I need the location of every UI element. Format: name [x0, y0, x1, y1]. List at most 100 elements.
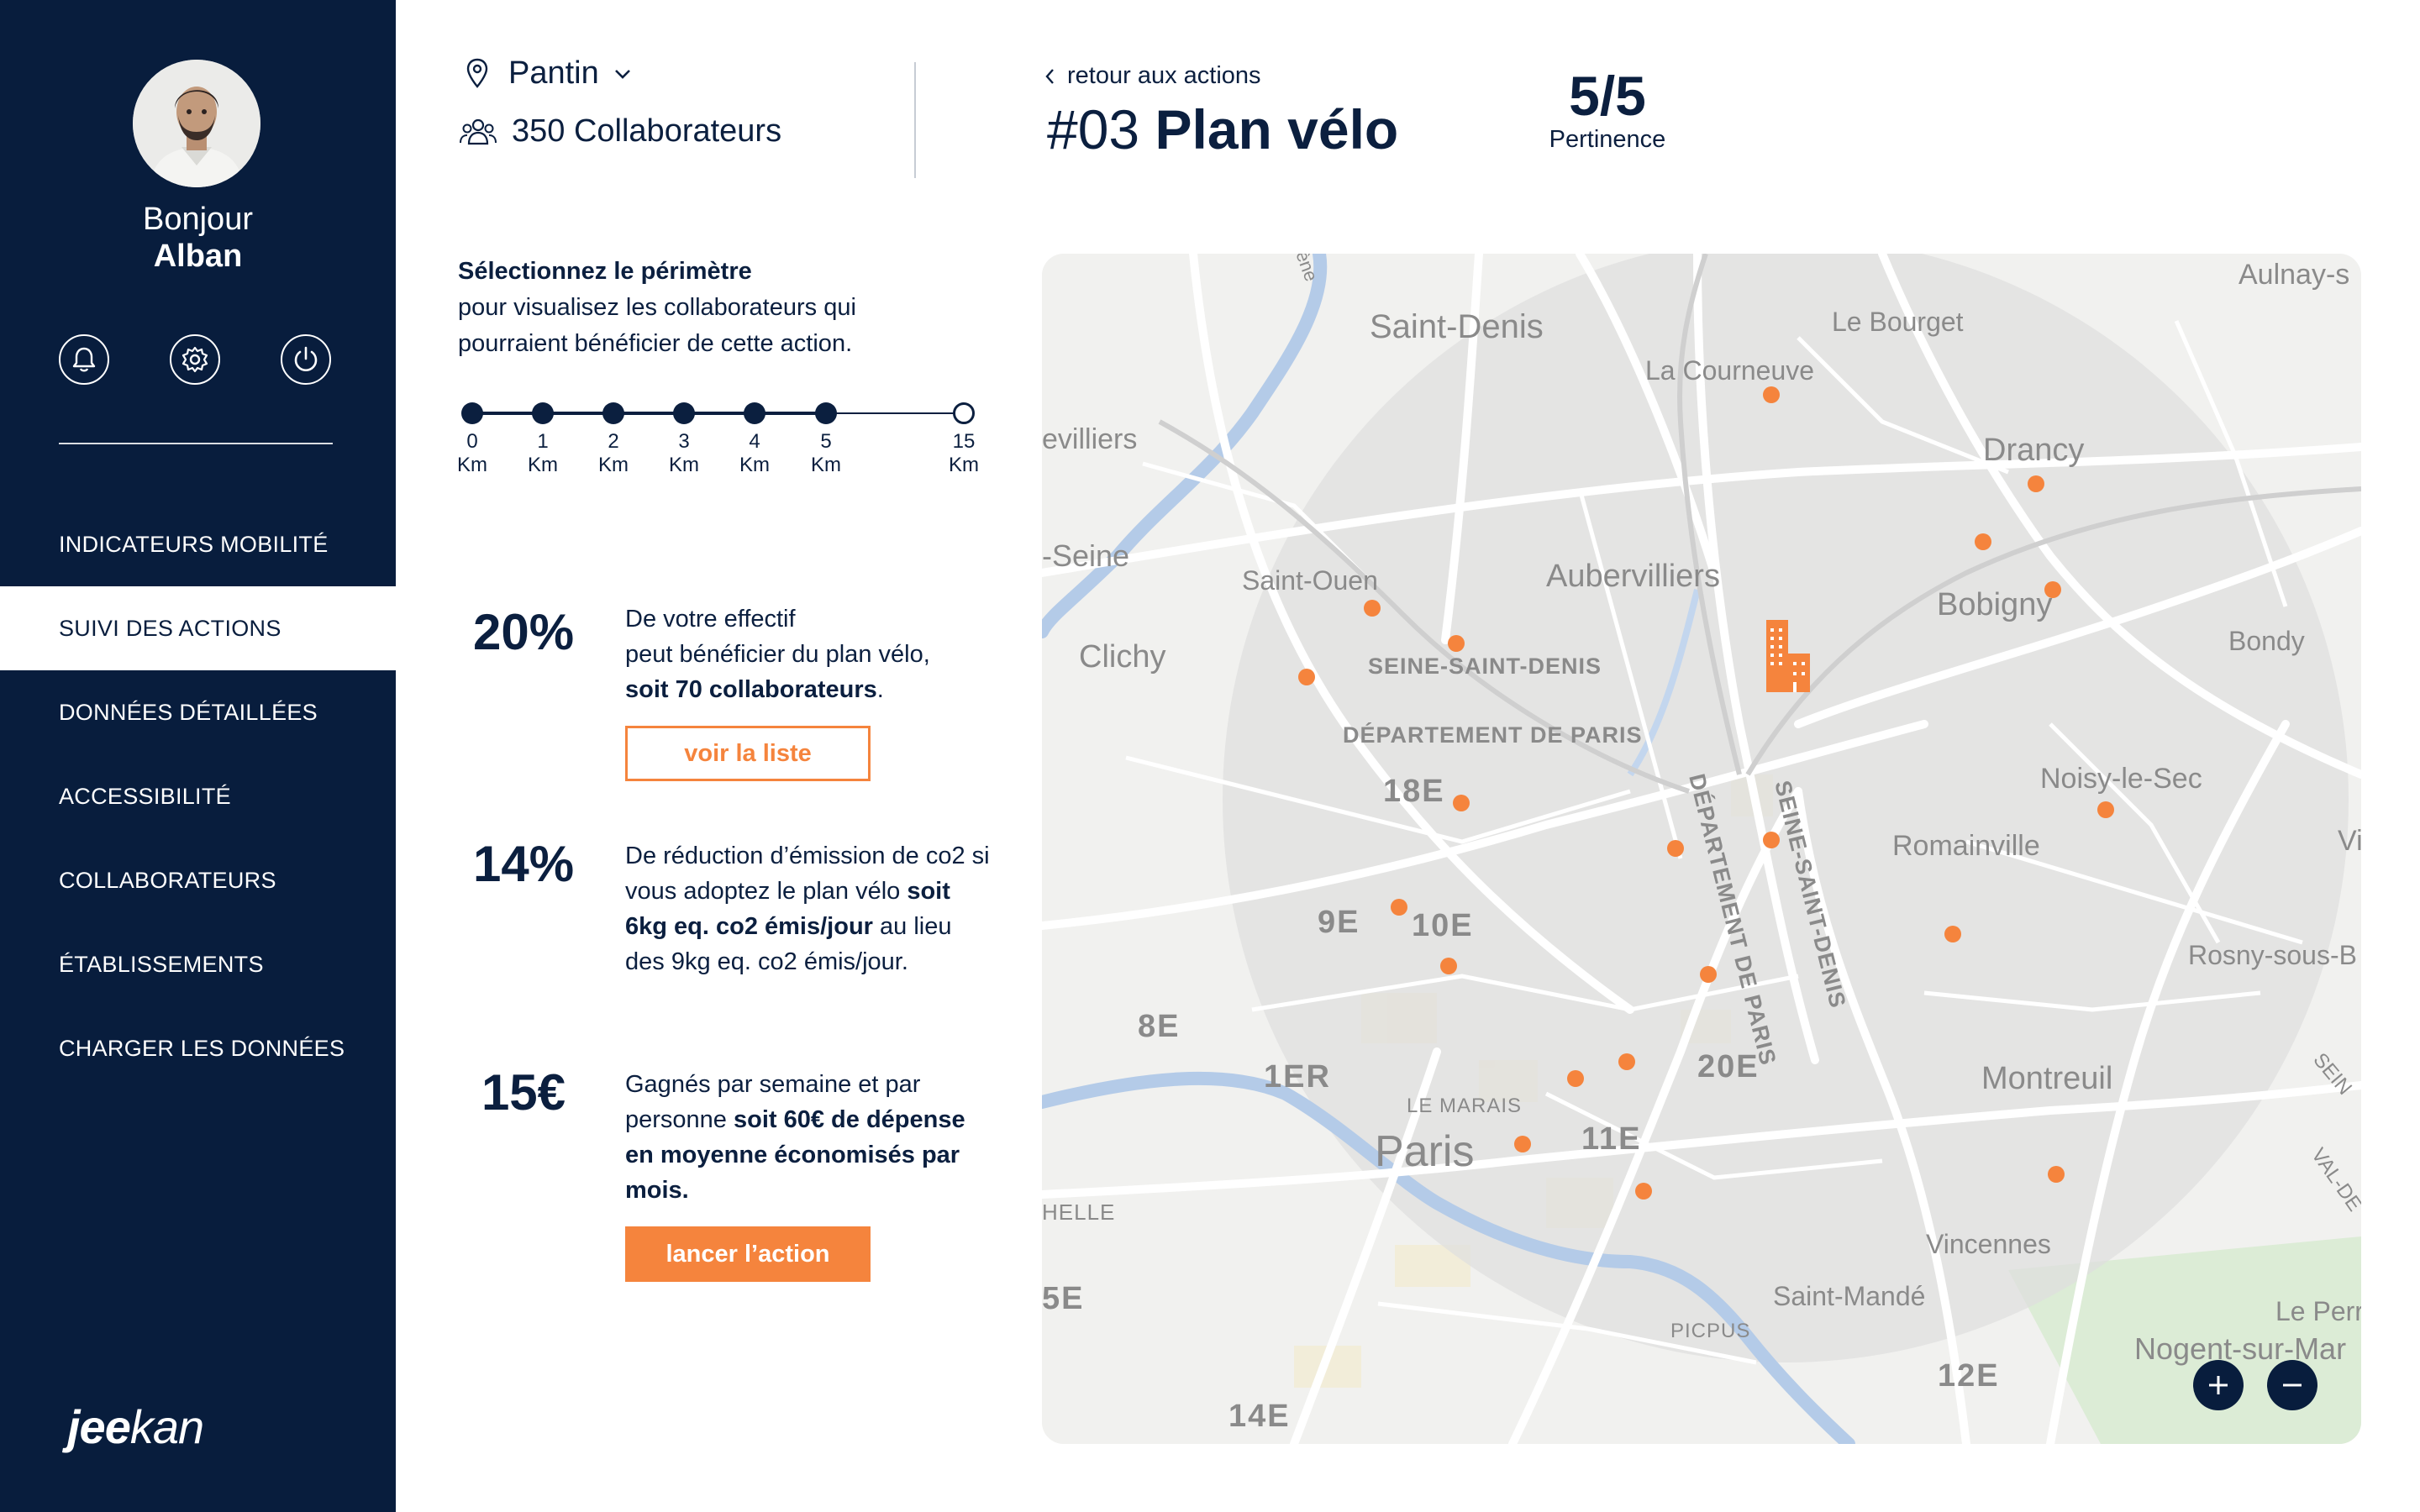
map-label-clichy: Clichy	[1079, 639, 1165, 675]
map-label-drancy: Drancy	[1983, 433, 2084, 468]
sidebar-item-etablissements[interactable]: ÉTABLISSEMENTS	[0, 922, 396, 1006]
map-label-20e: 20E	[1697, 1049, 1760, 1084]
stat-co2-value: 14%	[472, 836, 575, 892]
employee-point	[1453, 795, 1470, 811]
users-icon	[460, 118, 497, 144]
sidebar-item-suivi-des-actions[interactable]: SUIVI DES ACTIONS	[0, 586, 396, 670]
employee-point	[1700, 966, 1717, 983]
action-title: #03 Plan vélo	[1047, 97, 1398, 161]
brand-logo-part1: jee	[67, 1400, 131, 1453]
map-label-seine-saint-denis: SEINE-SAINT-DENIS	[1368, 654, 1602, 679]
zoom-out-button[interactable]	[2267, 1360, 2317, 1410]
employee-point	[1440, 958, 1457, 974]
back-link[interactable]: retour aux actions	[1044, 62, 1261, 90]
slider-stop-1[interactable]	[532, 402, 554, 424]
employee-point	[2097, 801, 2114, 818]
staff-count: 350 Collaborateurs	[458, 113, 781, 150]
sidebar-divider	[59, 443, 333, 444]
bell-icon	[72, 347, 96, 372]
map-label-1er: 1ER	[1264, 1059, 1331, 1095]
notifications-button[interactable]	[59, 334, 109, 385]
zoom-in-button[interactable]	[2193, 1360, 2244, 1410]
map-label-romainville: Romainville	[1892, 830, 2040, 862]
slider-stop-15[interactable]	[953, 402, 975, 424]
employee-point	[1448, 635, 1465, 652]
employee-point	[1944, 926, 1961, 942]
sidebar-item-collaborateurs[interactable]: COLLABORATEURS	[0, 838, 396, 922]
map-label-14e: 14E	[1228, 1399, 1291, 1434]
employee-point	[1618, 1053, 1635, 1070]
brand-logo[interactable]: jeekan	[67, 1399, 204, 1454]
map-label-la-courneuve: La Courneuve	[1645, 355, 1814, 386]
map-label-18e: 18E	[1383, 774, 1445, 809]
map-label-saint-mande: Saint-Mandé	[1773, 1281, 1925, 1311]
logout-button[interactable]	[281, 334, 331, 385]
perimeter-title: Sélectionnez le périmètre	[458, 258, 752, 285]
avatar-portrait	[133, 60, 260, 187]
map-canvas: Saint-Denis Le Bourget La Courneuve Auln…	[1042, 254, 2361, 1444]
launch-action-button[interactable]: lancer l’action	[625, 1226, 871, 1282]
employee-point	[1391, 899, 1407, 916]
sidebar-nav: INDICATEURS MOBILITÉ SUIVI DES ACTIONS D…	[0, 502, 396, 1090]
perimeter-slider[interactable]: 0 Km 1 Km 2 Km 3 Km 4 Km 5 Km 15 Km	[457, 395, 987, 487]
sidebar-item-indicateurs-mobilite[interactable]: INDICATEURS MOBILITÉ	[0, 502, 396, 586]
slider-tick-1: 1 Km	[528, 430, 558, 476]
plus-icon	[2209, 1376, 2228, 1394]
user-name: Alban	[153, 239, 243, 274]
user-avatar[interactable]	[133, 60, 260, 187]
employee-point	[2048, 1166, 2065, 1183]
staff-count-label: 350 Collaborateurs	[512, 113, 782, 149]
slider-stop-4[interactable]	[744, 402, 765, 424]
score-label: Pertinence	[1549, 126, 1666, 153]
map-label-seine: -Seine	[1042, 538, 1129, 573]
sidebar-item-accessibilite[interactable]: ACCESSIBILITÉ	[0, 754, 396, 838]
map-label-aulnay: Aulnay-s	[2238, 259, 2349, 291]
map-label-paris: Paris	[1375, 1127, 1474, 1176]
chevron-down-icon	[614, 69, 630, 79]
map-label-elle: HELLE	[1042, 1200, 1115, 1225]
employee-point	[2028, 475, 2044, 492]
action-number: #03	[1047, 98, 1140, 160]
map-label-9e: 9E	[1318, 905, 1360, 940]
stat-savings-value: 15€	[481, 1064, 566, 1121]
view-list-button[interactable]: voir la liste	[625, 726, 871, 781]
slider-tick-15: 15 Km	[949, 430, 979, 476]
stat-savings-text: Gagnés par semaine et par personne soit …	[625, 1071, 965, 1204]
chevron-left-icon	[1045, 68, 1054, 84]
slider-stop-0[interactable]	[461, 402, 483, 424]
settings-button[interactable]	[170, 334, 220, 385]
map-label-5e: 5E	[1042, 1281, 1084, 1316]
sidebar-item-donnees-detaillees[interactable]: DONNÉES DÉTAILLÉES	[0, 670, 396, 754]
map-label-villiers: evilliers	[1042, 423, 1137, 455]
map-label-picpus: PICPUS	[1670, 1320, 1750, 1342]
greeting: Bonjour	[143, 202, 253, 237]
sidebar: Bonjour Alban INDICATEURS MOBILITÉ SUIVI…	[0, 0, 396, 1512]
score-value: 5/5	[1569, 65, 1646, 127]
employee-point	[1763, 386, 1780, 403]
map-label-le-marais: LE MARAIS	[1407, 1095, 1522, 1117]
employee-point	[1763, 832, 1780, 848]
employee-point	[1298, 669, 1315, 685]
slider-tick-5: 5 Km	[811, 430, 841, 476]
sidebar-item-charger-les-donnees[interactable]: CHARGER LES DONNÉES	[0, 1006, 396, 1090]
map-label-saint-ouen: Saint-Ouen	[1242, 565, 1378, 596]
slider-stop-5[interactable]	[815, 402, 837, 424]
map-label-nogent: Nogent-sur-Mar	[2134, 1331, 2346, 1366]
relevance-score: 5/5 Pertinence	[1538, 64, 1677, 154]
slider-stop-2[interactable]	[602, 402, 624, 424]
minus-icon	[2283, 1383, 2302, 1387]
employee-point	[1364, 600, 1381, 617]
slider-tick-2: 2 Km	[598, 430, 629, 476]
location-selector[interactable]: Pantin	[465, 55, 633, 92]
map-label-8e: 8E	[1138, 1009, 1180, 1044]
header-divider	[914, 62, 916, 178]
slider-stop-3[interactable]	[673, 402, 695, 424]
map-view[interactable]: Saint-Denis Le Bourget La Courneuve Auln…	[1042, 254, 2361, 1444]
stat-beneficiaries-value: 20%	[472, 604, 575, 660]
map-label-vincennes: Vincennes	[1926, 1229, 2051, 1259]
location-name: Pantin	[508, 55, 599, 91]
map-label-departement-de-paris: DÉPARTEMENT DE PARIS	[1343, 722, 1643, 748]
location-pin-icon	[466, 58, 488, 88]
map-label-bondy: Bondy	[2228, 626, 2305, 656]
map-label-montreuil: Montreuil	[1981, 1061, 2112, 1096]
